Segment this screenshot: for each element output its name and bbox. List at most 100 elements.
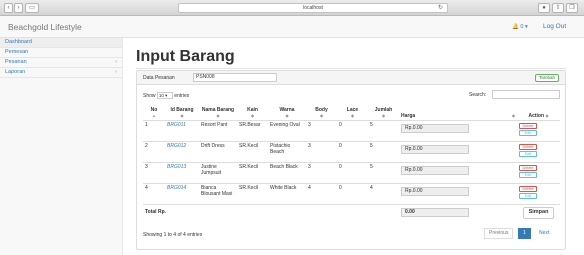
cell-jumlah: 5 (368, 162, 399, 184)
previous-button[interactable]: Previous (484, 228, 514, 239)
col-header-id[interactable]: Id Barang ◆ (165, 106, 199, 121)
sidebar-item-pemesan[interactable]: Pemesan (0, 48, 122, 58)
sidebar-item-label: Pesanan (5, 59, 27, 65)
col-header-action[interactable]: Action ◆ (517, 106, 560, 121)
cell-id-link[interactable]: BRG014 (165, 183, 199, 205)
table-info: Showing 1 to 4 of 4 entries (143, 232, 203, 238)
edit-button[interactable]: Edit (519, 151, 537, 157)
col-header-kain[interactable]: Kain ◆ (237, 106, 268, 121)
data-pesanan-label: Data Pesanan (143, 75, 175, 81)
cell-nama: Drift Dress (199, 141, 237, 163)
sidebar-item-label: Laporan (5, 69, 26, 75)
delete-button[interactable]: Delete (519, 186, 537, 192)
download-icon[interactable]: ● (538, 3, 550, 13)
cell-id-link[interactable]: BRG013 (165, 162, 199, 184)
sort-icon: ◆ (350, 113, 355, 118)
sort-icon: ▲ (152, 113, 156, 118)
chevron-left-icon: ‹ (115, 69, 117, 75)
tabs-icon[interactable]: ❐ (566, 3, 578, 13)
cell-action: Delete Edit (517, 162, 560, 184)
delete-button[interactable]: Delete (519, 144, 537, 150)
brand-title[interactable]: Beachgold Lifestyle (8, 22, 82, 32)
entries-value: 10 (158, 93, 164, 98)
sort-icon: ◆ (285, 113, 289, 118)
cell-jumlah: 5 (368, 120, 399, 142)
sidebar-item-label: Pemesan (5, 49, 29, 55)
edit-button[interactable]: Edit (519, 193, 537, 199)
show-label: Show (143, 92, 156, 99)
entries-select[interactable]: 10 ▾ (156, 92, 173, 99)
harga-field[interactable]: Rp.0.00 (401, 166, 469, 175)
next-button[interactable]: Next (534, 228, 554, 239)
total-label: Total Rp. (143, 204, 399, 221)
harga-field[interactable]: Rp.0.00 (401, 187, 469, 196)
cell-lace: 0 (337, 183, 368, 205)
table-row: 1 BRG011 Resort Pant SR.Besar Evening Ov… (143, 120, 560, 142)
cell-kain: SR.Kecil (237, 162, 268, 184)
cell-id-link[interactable]: BRG011 (165, 120, 199, 142)
cell-kain: SR.Kecil (237, 183, 268, 205)
cell-warna: White Black (268, 183, 306, 205)
cell-warna: Pistachio Beach (268, 141, 306, 163)
delete-button[interactable]: Delete (519, 123, 537, 129)
sidebar-toggle-icon[interactable]: ▭ (25, 3, 39, 13)
tambah-button[interactable]: Tambah (534, 74, 559, 82)
share-icon[interactable]: ⇧ (552, 3, 564, 13)
sort-icon: ◆ (250, 113, 255, 118)
cell-no: 1 (143, 120, 165, 142)
page-1-button[interactable]: 1 (518, 228, 531, 239)
sort-icon: ◆ (319, 113, 324, 118)
col-header-harga[interactable]: Harga ◆ (399, 106, 517, 121)
logout-link[interactable]: Log Out (543, 23, 566, 30)
simpan-cell: Simpan (517, 204, 560, 221)
col-header-nama[interactable]: Nama Barang ◆ (199, 106, 237, 121)
col-header-body[interactable]: Body ◆ (306, 106, 337, 121)
address-bar[interactable]: localhost ↻ (178, 3, 448, 13)
cell-kain: SR.Kecil (237, 141, 268, 163)
delete-button[interactable]: Delete (519, 165, 537, 171)
total-cell: 0.00 (399, 204, 517, 221)
col-header-warna[interactable]: Warna ◆ (268, 106, 306, 121)
reload-icon[interactable]: ↻ (438, 4, 443, 13)
edit-button[interactable]: Edit (519, 172, 537, 178)
cell-lace: 0 (337, 141, 368, 163)
col-header-jumlah[interactable]: Jumlah ◆ (368, 106, 399, 121)
table-row: 2 BRG012 Drift Dress SR.Kecil Pistachio … (143, 141, 560, 163)
cell-action: Delete Edit (517, 141, 560, 163)
cell-body: 3 (306, 162, 337, 184)
cell-warna: Beach Black (268, 162, 306, 184)
cell-jumlah: 4 (368, 183, 399, 205)
sidebar: Dashboard Pemesan Pesanan ‹ Laporan ‹ (0, 38, 123, 255)
sort-icon: ◆ (511, 113, 515, 118)
harga-field[interactable]: Rp.0.00 (401, 145, 469, 154)
cell-id-link[interactable]: BRG012 (165, 141, 199, 163)
cell-warna: Evening Oval (268, 120, 306, 142)
forward-icon[interactable]: › (14, 3, 23, 13)
table-row: 3 BRG013 Justine Jumpsuit SR.Kecil Beach… (143, 162, 560, 184)
cell-body: 3 (306, 120, 337, 142)
simpan-button[interactable]: Simpan (522, 207, 555, 219)
col-header-no[interactable]: No ▲ (143, 106, 165, 121)
col-header-lace[interactable]: Lace ◆ (337, 106, 368, 121)
edit-button[interactable]: Edit (519, 130, 537, 136)
cell-action: Delete Edit (517, 120, 560, 142)
page-title: Input Barang (136, 48, 235, 65)
chevron-left-icon: ‹ (115, 59, 117, 65)
data-pesanan-field[interactable]: PSN008 (193, 73, 277, 82)
bell-icon[interactable]: 🔔 0 ▾ (512, 24, 528, 30)
sidebar-item-dashboard[interactable]: Dashboard (0, 38, 122, 48)
items-table: No ▲ Id Barang ◆ Nama Barang ◆ Kain ◆ Warna ◆… (143, 106, 560, 221)
sidebar-item-pesanan[interactable]: Pesanan ‹ (0, 58, 122, 68)
cell-harga: Rp.0.00 (399, 183, 517, 205)
cell-nama: Bianca Blousant Maxi (199, 183, 237, 205)
cell-kain: SR.Besar (237, 120, 268, 142)
sidebar-item-laporan[interactable]: Laporan ‹ (0, 68, 122, 78)
search-input[interactable] (492, 90, 560, 99)
cell-no: 4 (143, 183, 165, 205)
back-icon[interactable]: ‹ (4, 3, 13, 13)
divider (136, 68, 566, 69)
total-field[interactable]: 0.00 (401, 208, 469, 218)
show-entries: Show 10 ▾ entries (143, 92, 189, 99)
harga-field[interactable]: Rp.0.00 (401, 124, 469, 133)
cell-lace: 0 (337, 162, 368, 184)
